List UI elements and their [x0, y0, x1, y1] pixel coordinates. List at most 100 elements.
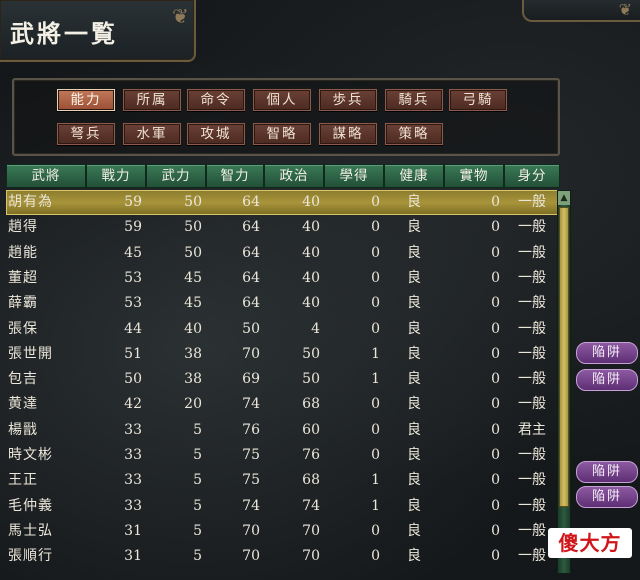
- table-scrollbar[interactable]: ▲: [557, 190, 571, 574]
- table-cell: 38: [184, 371, 202, 388]
- column-header[interactable]: 實物: [444, 164, 504, 188]
- table-cell: 一般: [518, 497, 546, 514]
- table-row[interactable]: 王正 33 5 75 68 1 良 0 一般: [6, 468, 558, 493]
- column-header[interactable]: 武力: [146, 164, 206, 188]
- tab-2[interactable]: 所属: [123, 89, 181, 111]
- table-cell: 70: [242, 345, 260, 362]
- table-cell: 1: [371, 497, 380, 514]
- table-cell: 40: [302, 295, 320, 312]
- table-cell: 0: [491, 320, 500, 337]
- table-cell: 0: [371, 548, 380, 565]
- column-header[interactable]: 身分: [504, 164, 560, 188]
- tab-4[interactable]: 個人: [253, 89, 311, 111]
- table-cell: 40: [302, 194, 320, 210]
- trap-button[interactable]: 陥阱: [576, 342, 638, 364]
- tab-7[interactable]: 弓騎: [449, 89, 507, 111]
- trap-button[interactable]: 陥阱: [576, 461, 638, 483]
- tab-3[interactable]: 命令: [187, 89, 245, 111]
- tab-11[interactable]: 智略: [253, 123, 311, 145]
- tab-9[interactable]: 水軍: [123, 123, 181, 145]
- table-cell: 一般: [518, 244, 546, 261]
- table-cell: 51: [124, 345, 142, 362]
- table-cell: 0: [491, 472, 500, 489]
- table-cell: 5: [193, 497, 202, 514]
- tab-12[interactable]: 謀略: [319, 123, 377, 145]
- table-cell: 74: [242, 497, 260, 514]
- table-cell: 50: [184, 194, 202, 210]
- table-row[interactable]: 馬士弘 31 5 70 70 0 良 0 一般: [6, 519, 558, 544]
- column-header[interactable]: 武將: [6, 164, 86, 188]
- table-cell: 68: [302, 472, 320, 489]
- table-row[interactable]: 趙能 45 50 64 40 0 良 0 一般: [6, 241, 558, 266]
- table-cell: 31: [124, 548, 142, 565]
- trap-button[interactable]: 陥阱: [576, 369, 638, 391]
- table-cell: 0: [491, 244, 500, 261]
- table-cell: 1: [371, 345, 380, 362]
- table-row[interactable]: 薛霸 53 45 64 40 0 良 0 一般: [6, 291, 558, 316]
- column-header[interactable]: 戰力: [86, 164, 146, 188]
- table-cell: 5: [193, 522, 202, 539]
- table-cell: 64: [242, 269, 260, 286]
- table-row[interactable]: 毛仲義 33 5 74 74 1 良 0 一般: [6, 494, 558, 519]
- table-row[interactable]: 董超 53 45 64 40 0 良 0 一般: [6, 266, 558, 291]
- table-cell: 70: [302, 522, 320, 539]
- table-cell: 40: [184, 320, 202, 337]
- table-row[interactable]: 張保 44 40 50 4 0 良 0 一般: [6, 317, 558, 342]
- tab-5[interactable]: 歩兵: [319, 89, 377, 111]
- table-cell: 君主: [518, 421, 546, 438]
- tab-6[interactable]: 騎兵: [385, 89, 443, 111]
- table-row[interactable]: 張世開 51 38 70 50 1 良 0 一般: [6, 342, 558, 367]
- scroll-thumb[interactable]: [559, 207, 569, 507]
- table-row[interactable]: 包吉 50 38 69 50 1 良 0 一般: [6, 367, 558, 392]
- corner-ornament: ❦: [522, 0, 640, 22]
- table-cell: 0: [491, 522, 500, 539]
- table-row[interactable]: 黄達 42 20 74 68 0 良 0 一般: [6, 392, 558, 417]
- table-cell: 一般: [518, 472, 546, 489]
- tab-13[interactable]: 策略: [385, 123, 443, 145]
- column-header[interactable]: 政治: [264, 164, 324, 188]
- tab-8[interactable]: 弩兵: [57, 123, 115, 145]
- tab-1[interactable]: 能力: [57, 89, 115, 111]
- table-cell: 50: [184, 244, 202, 261]
- officer-name: 趙得: [8, 219, 38, 236]
- table-cell: 0: [371, 396, 380, 413]
- table-cell: 良: [407, 194, 421, 210]
- table-row[interactable]: 時文彬 33 5 75 76 0 良 0 一般: [6, 443, 558, 468]
- table-cell: 64: [242, 295, 260, 312]
- table-cell: 50: [302, 371, 320, 388]
- table-header: 武將 戰力 武力 智力 政治 學得 健康 實物 身分: [6, 164, 560, 188]
- table-cell: 50: [302, 345, 320, 362]
- tab-10[interactable]: 攻城: [187, 123, 245, 145]
- table-cell: 0: [491, 295, 500, 312]
- table-cell: 0: [491, 396, 500, 413]
- table-cell: 70: [242, 522, 260, 539]
- column-header[interactable]: 智力: [206, 164, 264, 188]
- officer-table: 武將 戰力 武力 智力 政治 學得 健康 實物 身分 胡有為 59 50 64 40 0 良 0 一般 趙得 59 5…: [6, 164, 560, 574]
- officer-name: 薛霸: [8, 295, 38, 312]
- table-cell: 一般: [518, 345, 546, 362]
- table-cell: 一般: [518, 269, 546, 286]
- officer-name: 王正: [8, 472, 38, 489]
- table-cell: 74: [302, 497, 320, 514]
- table-cell: 33: [124, 472, 142, 489]
- table-cell: 一般: [518, 447, 546, 463]
- officer-name: 趙能: [8, 244, 38, 261]
- table-cell: 64: [242, 219, 260, 236]
- table-cell: 20: [184, 396, 202, 413]
- window-title: 武將一覧: [10, 19, 118, 48]
- table-row[interactable]: 胡有為 59 50 64 40 0 良 0 一般: [6, 190, 558, 215]
- officer-name: 包吉: [8, 371, 38, 388]
- column-header[interactable]: 學得: [324, 164, 384, 188]
- table-cell: 0: [371, 219, 380, 236]
- column-header[interactable]: 健康: [384, 164, 444, 188]
- table-row[interactable]: 張順行 31 5 70 70 0 良 0 一般: [6, 544, 558, 569]
- trap-button[interactable]: 陥阱: [576, 486, 638, 508]
- table-row[interactable]: 楊戩 33 5 76 60 0 良 0 君主: [6, 418, 558, 443]
- table-cell: 一般: [518, 194, 546, 210]
- table-cell: 70: [302, 548, 320, 565]
- scroll-up-icon[interactable]: ▲: [558, 191, 570, 205]
- table-cell: 一般: [518, 219, 546, 236]
- officer-name: 胡有為: [8, 194, 53, 210]
- table-cell: 良: [407, 396, 421, 413]
- table-row[interactable]: 趙得 59 50 64 40 0 良 0 一般: [6, 215, 558, 240]
